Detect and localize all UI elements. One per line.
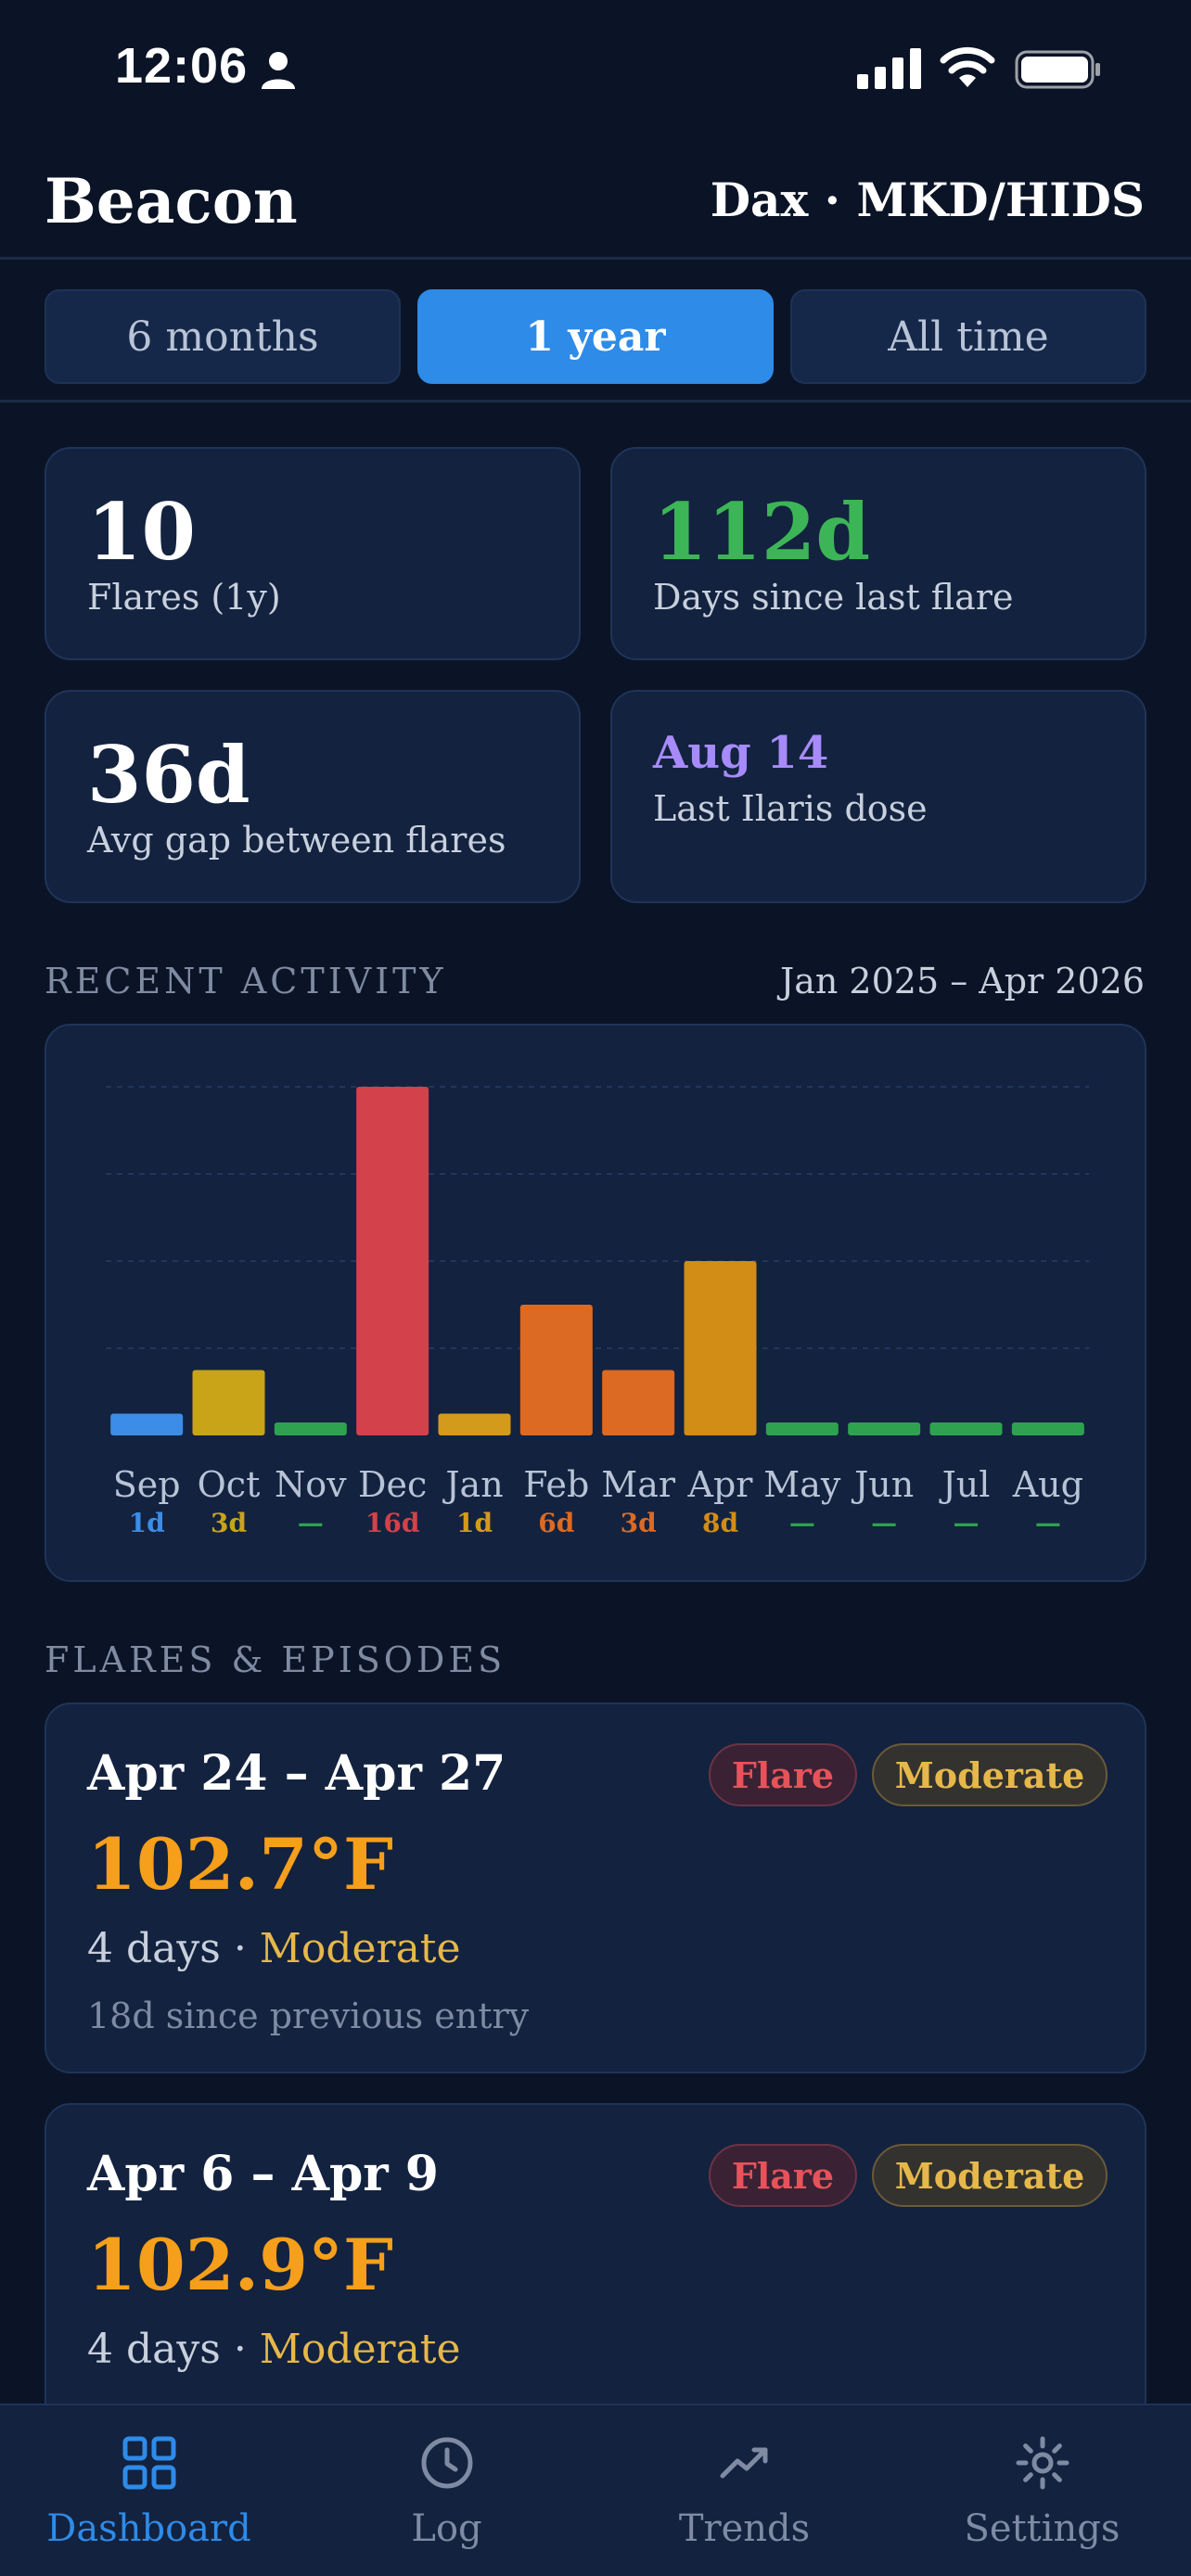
trend-icon: [720, 2447, 767, 2479]
bar-value-label: —: [298, 1508, 324, 1538]
month-label: Sep: [113, 1464, 181, 1505]
bar-value-label: 1d: [456, 1508, 493, 1538]
bar-value-label: 6d: [538, 1508, 574, 1538]
bar-value-label: 16d: [365, 1508, 420, 1538]
stat-card-last-dose: Aug 14 Last Ilaris dose: [610, 690, 1146, 903]
bar-value-label: —: [1035, 1508, 1061, 1538]
activity-chart: Sep1dOct3dNov—Dec16dJan1dFeb6dMar3dApr8d…: [106, 1086, 1089, 1538]
status-time: 12:06: [115, 38, 249, 94]
flare-since-previous: 18d since previous entry: [87, 1996, 530, 2036]
stat-label: Last Ilaris dose: [653, 788, 928, 829]
flare-type-badge: Flare: [709, 1743, 857, 1806]
month-label: May: [763, 1464, 841, 1505]
tab-label: Trends: [678, 2507, 811, 2550]
month-label: Oct: [198, 1464, 261, 1505]
range-all-time-button[interactable]: All time: [790, 289, 1146, 384]
flare-duration: 4 days: [87, 1925, 221, 1972]
stat-card-flares: 10 Flares (1y): [45, 447, 581, 660]
tab-dashboard[interactable]: Dashboard: [0, 2405, 298, 2576]
bar-apr[interactable]: [684, 1261, 757, 1435]
app-title: Beacon: [45, 165, 298, 237]
bar-oct[interactable]: [192, 1370, 265, 1436]
range-1-year-button[interactable]: 1 year: [417, 289, 774, 384]
tab-bar: Dashboard Log Trends Settings: [0, 2404, 1191, 2576]
tab-label: Dashboard: [46, 2507, 251, 2550]
flare-card[interactable]: Apr 24 – Apr 27 Flare Moderate 102.7°F 4…: [45, 1702, 1146, 2073]
severity-badge: Moderate: [872, 1743, 1108, 1806]
stat-value: 112d: [653, 486, 871, 578]
person-icon: [262, 52, 295, 89]
bar-value-label: 1d: [129, 1508, 165, 1538]
meta-separator: ·: [220, 2326, 260, 2373]
tab-trends[interactable]: Trends: [596, 2405, 893, 2576]
bar-value-label: 3d: [621, 1508, 657, 1538]
wifi-icon: [940, 46, 995, 87]
flare-duration: 4 days: [87, 2326, 221, 2373]
bar-mar[interactable]: [602, 1370, 675, 1436]
month-label: Apr: [687, 1464, 754, 1505]
meta-separator: ·: [220, 1925, 260, 1972]
month-label: Jan: [442, 1464, 503, 1505]
battery-icon: [1015, 50, 1100, 89]
stat-value: 10: [87, 486, 196, 578]
bar-value-label: —: [871, 1508, 897, 1538]
bar-sep[interactable]: [110, 1413, 184, 1436]
flare-dates: Apr 24 – Apr 27: [87, 1745, 506, 1802]
bar-nov[interactable]: [274, 1422, 347, 1435]
bar-value-label: —: [789, 1508, 815, 1538]
range-6-months-button[interactable]: 6 months: [45, 289, 401, 384]
recent-activity-title: RECENT ACTIVITY: [45, 961, 447, 1001]
tab-label: Log: [411, 2507, 482, 2550]
bar-may[interactable]: [765, 1422, 839, 1435]
patient-name: Dax · MKD/HIDS: [710, 172, 1145, 227]
flare-temperature: 102.7°F: [87, 1823, 393, 1906]
flare-severity-text: Moderate: [259, 2326, 461, 2373]
stat-label: Days since last flare: [653, 577, 1014, 618]
app-header: Beacon Dax · MKD/HIDS: [0, 139, 1191, 260]
stat-value: Aug 14: [653, 727, 829, 779]
bar-value-label: —: [954, 1508, 980, 1538]
flare-temperature: 102.9°F: [87, 2224, 393, 2306]
severity-badge: Moderate: [872, 2144, 1108, 2207]
bar-jul[interactable]: [929, 1422, 1003, 1435]
month-label: Jun: [851, 1464, 914, 1505]
status-bar: 12:06: [0, 0, 1191, 139]
bar-aug[interactable]: [1011, 1422, 1084, 1435]
range-selector: 6 months 1 year All time: [0, 261, 1191, 402]
clock-icon: [421, 2437, 472, 2489]
tab-log[interactable]: Log: [298, 2405, 596, 2576]
bar-value-label: 8d: [702, 1508, 738, 1538]
activity-chart-card: Sep 1d Oct 3d Nov — Dec 16d Jan 1d Feb 6d Mar 3d Apr 8d…: [45, 1024, 1146, 1582]
tab-settings[interactable]: Settings: [893, 2405, 1191, 2576]
flare-meta: 4 days · Moderate: [87, 2326, 461, 2373]
tab-label: Settings: [964, 2507, 1121, 2550]
month-label: Nov: [275, 1464, 347, 1505]
signal-icon: [857, 48, 921, 89]
flare-severity-text: Moderate: [259, 1925, 461, 1972]
month-label: Dec: [358, 1464, 427, 1505]
bar-dec[interactable]: [356, 1087, 429, 1435]
month-label: Aug: [1012, 1464, 1083, 1505]
bar-jun[interactable]: [848, 1422, 921, 1435]
bar-value-label: 3d: [211, 1508, 247, 1538]
flare-meta: 4 days · Moderate: [87, 1925, 461, 1972]
bar-feb[interactable]: [519, 1305, 593, 1435]
month-label: Feb: [523, 1464, 589, 1505]
recent-activity-range: Jan 2025 – Apr 2026: [779, 961, 1145, 1001]
bar-jan[interactable]: [438, 1413, 511, 1436]
stat-value: 36d: [87, 729, 250, 821]
stat-card-days-since: 112d Days since last flare: [610, 447, 1146, 660]
flare-dates: Apr 6 – Apr 9: [87, 2146, 439, 2202]
gear-icon: [1016, 2436, 1069, 2490]
stat-label: Flares (1y): [87, 577, 281, 618]
month-label: Mar: [601, 1464, 676, 1505]
flare-type-badge: Flare: [709, 2144, 857, 2207]
stat-label: Avg gap between flares: [87, 820, 506, 861]
flares-section-title: FLARES & EPISODES: [45, 1639, 506, 1680]
grid-icon: [122, 2436, 175, 2490]
month-label: Jul: [939, 1464, 991, 1505]
stat-card-avg-gap: 36d Avg gap between flares: [45, 690, 581, 903]
